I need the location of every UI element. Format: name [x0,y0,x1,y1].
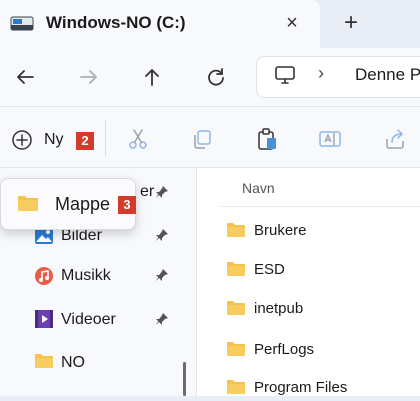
new-button[interactable]: Ny [44,131,64,149]
sidebar-scrollbar[interactable] [183,362,186,396]
folder-icon [226,221,246,239]
step-badge-2: 2 [76,132,94,150]
step-badge-3: 3 [118,196,136,214]
pin-icon [156,186,168,198]
menu-item-folder[interactable]: Mappe [55,194,110,215]
cut-icon[interactable] [126,127,150,151]
nav-item-no[interactable] [34,352,54,370]
videos-icon [35,310,53,328]
file-item-label[interactable]: Program Files [254,379,347,396]
command-divider [105,120,106,156]
file-item-label[interactable]: Brukere [254,222,307,239]
share-icon[interactable] [383,127,407,151]
pin-icon [156,229,168,241]
hidden-nav-label: er [140,183,155,200]
sidebar-item-label[interactable]: NO [61,354,85,372]
refresh-icon [208,68,224,86]
header-divider [220,206,420,207]
folder-icon [226,260,246,278]
refresh-button[interactable] [201,62,231,92]
folder-icon [226,340,246,358]
arrow-up-icon [145,69,159,86]
music-icon [35,267,53,285]
sidebar-item-label[interactable]: Videoer [61,311,116,329]
nav-item-musikk[interactable] [34,266,54,286]
folder-icon [35,354,53,368]
forward-button[interactable] [74,62,104,92]
arrow-right-icon [80,70,97,84]
file-item-label[interactable]: ESD [254,261,285,278]
copy-icon[interactable] [190,127,214,151]
paste-icon[interactable] [255,127,279,151]
tab-title: Windows-NO (C:) [46,13,186,32]
breadcrumb-chevron-icon[interactable]: › [318,63,324,84]
folder-icon [226,378,246,396]
breadcrumb-this-pc[interactable]: Denne P [355,65,420,85]
file-item-label[interactable]: PerfLogs [254,341,314,358]
this-pc-icon [275,66,295,84]
back-button[interactable] [10,62,40,92]
drive-icon [10,16,34,31]
folder-icon [17,193,39,213]
close-tab-button[interactable]: × [279,8,305,38]
new-tab-button[interactable]: + [338,8,364,38]
plus-circle-icon [12,130,32,150]
up-button[interactable] [137,62,167,92]
rename-icon[interactable] [318,127,342,151]
sidebar-item-label[interactable]: Musikk [61,267,111,285]
file-item-label[interactable]: inetpub [254,300,303,317]
pin-icon [156,269,168,281]
nav-item-videoer[interactable] [34,309,54,329]
column-header-name[interactable]: Navn [242,180,275,196]
folder-icon [226,299,246,317]
pin-icon [156,313,168,325]
arrow-left-icon [17,70,34,84]
file-list-pane [196,168,420,396]
